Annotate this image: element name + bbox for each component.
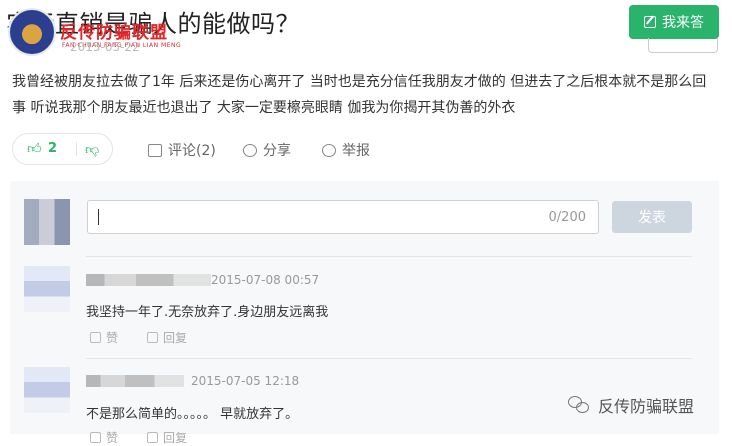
like-label: 赞: [106, 431, 119, 445]
comment-icon: [148, 143, 162, 157]
avatar: [24, 266, 70, 312]
reply-label: 回复: [163, 331, 188, 345]
comment-like-button[interactable]: 赞: [90, 429, 118, 446]
vote-divider: [76, 142, 77, 156]
share-label: 分享: [263, 143, 291, 159]
current-user-avatar: [24, 199, 70, 245]
share-button[interactable]: 分享: [243, 140, 291, 160]
vote-count: 2: [48, 141, 58, 156]
char-counter: 0/200: [548, 210, 586, 225]
report-icon: [322, 143, 336, 157]
comment-reply-button[interactable]: 回复: [147, 429, 187, 446]
comment-date: 2015-07-08 00:57: [211, 273, 320, 287]
avatar: [24, 367, 70, 413]
answer-button[interactable]: 我来答: [629, 5, 719, 39]
wechat-icon: [568, 396, 590, 414]
comment-button[interactable]: 评论(2): [148, 140, 216, 160]
report-label: 举报: [342, 143, 370, 159]
commenter-name: [86, 375, 184, 387]
comment-label: 评论(2): [168, 143, 216, 159]
comment-divider: [86, 358, 692, 359]
comment-date: 2015-07-05 12:18: [191, 374, 300, 388]
logo-emblem-icon: [8, 8, 56, 56]
comment-reply-button[interactable]: 回复: [147, 329, 187, 346]
thumbs-up-icon[interactable]: 👍︎: [27, 142, 42, 156]
comment-input[interactable]: 0/200: [87, 200, 599, 234]
comment-text: 不是那么简单的。。。。。 早就放弃了。: [86, 407, 299, 422]
question-date: 2015-05-22: [70, 40, 140, 54]
reply-label: 回复: [163, 431, 188, 445]
share-icon: [243, 143, 257, 157]
thumbs-down-icon[interactable]: 👎︎: [85, 141, 99, 158]
edit-icon: [644, 16, 656, 28]
commenter-name: [86, 274, 211, 286]
comment-like-button[interactable]: 赞: [90, 329, 118, 346]
reply-icon: [147, 332, 158, 343]
comment-divider: [86, 256, 692, 257]
header-dropdown[interactable]: [648, 38, 718, 53]
comment-text: 我坚持一年了.无奈放弃了.身边朋友远离我: [86, 305, 329, 320]
vote-widget: 👍︎ 2 👎︎: [12, 133, 113, 165]
like-label: 赞: [106, 331, 119, 345]
text-caret: [98, 209, 99, 225]
answer-text: 我曾经被朋友拉去做了1年 后来还是伤心离开了 当时也是充分信任我朋友才做的 但进…: [12, 74, 707, 116]
like-icon: [90, 332, 101, 343]
wechat-watermark: 反传防骗联盟: [568, 393, 694, 417]
answer-button-label: 我来答: [662, 15, 704, 31]
report-button[interactable]: 举报: [322, 140, 370, 160]
submit-comment-button[interactable]: 发表: [612, 201, 692, 233]
watermark-text: 反传防骗联盟: [598, 397, 695, 416]
